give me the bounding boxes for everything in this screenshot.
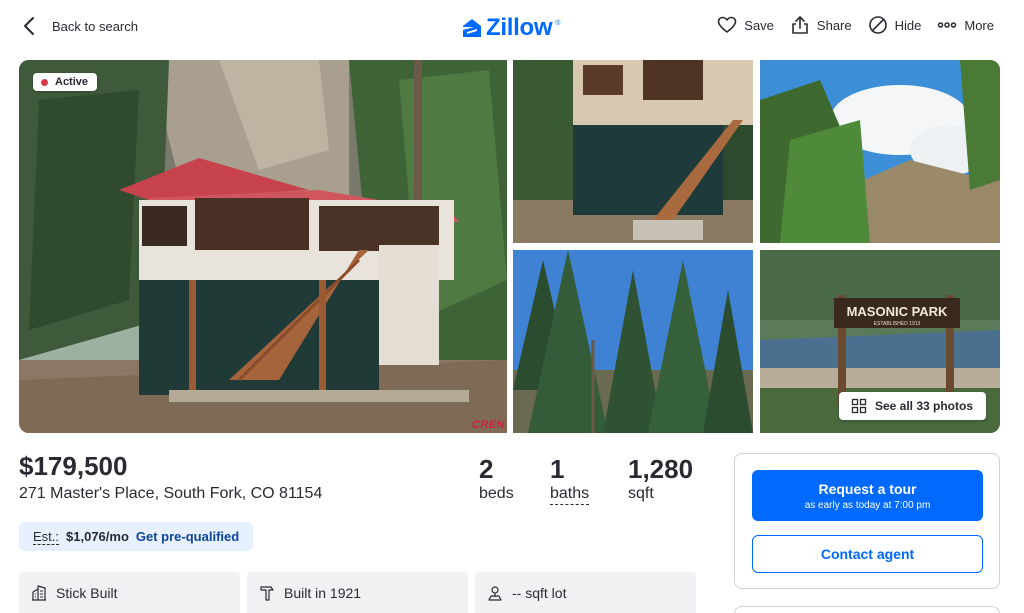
more-label: More xyxy=(964,17,994,33)
request-tour-button[interactable]: Request a tour as early as today at 7:00… xyxy=(752,470,983,521)
see-all-photos-button[interactable]: See all 33 photos xyxy=(838,392,986,420)
fact-label: Built in 1921 xyxy=(284,584,362,601)
zillow-logo[interactable]: Zillow ® xyxy=(461,14,560,42)
share-icon xyxy=(792,16,808,34)
stairs-photo-image xyxy=(513,60,753,243)
share-button[interactable]: Share xyxy=(790,15,852,35)
secondary-card xyxy=(734,606,1000,613)
chevron-left-icon xyxy=(24,17,34,35)
baths-value: 1 xyxy=(550,454,565,484)
listing-address: 271 Master's Place, South Fork, CO 81154 xyxy=(19,485,323,502)
active-dot-icon xyxy=(41,78,48,86)
contact-agent-button[interactable]: Contact agent xyxy=(752,535,983,573)
sign-text: MASONIC PARK xyxy=(847,304,948,319)
back-to-search-button[interactable]: Back to search xyxy=(22,16,138,36)
see-all-label: See all 33 photos xyxy=(874,399,973,413)
share-label: Share xyxy=(816,17,852,33)
beds-value: 2 xyxy=(479,454,494,484)
baths-stat: 1 baths xyxy=(550,454,590,505)
top-bar: Back to search Zillow ® Save Share Hide … xyxy=(0,0,1024,56)
fact-home-type: Stick Built xyxy=(19,572,240,613)
building-icon xyxy=(32,584,46,601)
tour-button-sublabel: as early as today at 7:00 pm xyxy=(804,500,931,511)
status-badge: Active xyxy=(33,73,98,91)
cabin-photo-image xyxy=(19,60,507,433)
hide-label: Hide xyxy=(894,17,922,33)
gallery-photo-5[interactable]: MASONIC PARK ESTABLISHED 1913 See all 33… xyxy=(760,250,1000,433)
zillow-house-icon xyxy=(463,19,481,37)
hide-icon xyxy=(868,16,887,34)
tour-button-label: Request a tour xyxy=(818,481,917,497)
lot-icon xyxy=(488,585,502,601)
estimate-label[interactable]: Est.: xyxy=(33,529,60,545)
main-photo[interactable]: Active CREN xyxy=(19,60,507,433)
logo-registered-mark: ® xyxy=(555,19,561,27)
listing-price: $179,500 xyxy=(19,451,128,481)
sign-subtext: ESTABLISHED 1913 xyxy=(874,321,921,327)
save-button[interactable]: Save xyxy=(717,15,774,35)
cren-watermark: CREN xyxy=(471,419,505,431)
gallery-photo-3[interactable] xyxy=(760,60,1000,243)
sqft-label: sqft xyxy=(628,485,654,502)
more-button[interactable]: More xyxy=(937,15,994,35)
fact-label: -- sqft lot xyxy=(512,584,567,601)
gallery-photo-4[interactable] xyxy=(513,250,753,433)
logo-text: Zillow xyxy=(486,14,553,41)
baths-label[interactable]: baths xyxy=(550,485,590,505)
pine-trees-photo-image xyxy=(513,250,753,433)
beds-stat: 2 beds xyxy=(479,454,514,503)
estimate-pill: Est.: $1,076/mo Get pre-qualified xyxy=(19,522,254,551)
back-label: Back to search xyxy=(52,18,138,34)
status-label: Active xyxy=(55,76,89,88)
hammer-icon xyxy=(260,585,274,601)
sqft-value: 1,280 xyxy=(628,454,694,484)
contact-card: Request a tour as early as today at 7:00… xyxy=(734,453,1000,589)
save-label: Save xyxy=(744,17,774,33)
gallery-photo-2[interactable] xyxy=(513,60,753,243)
fact-lot-size: -- sqft lot xyxy=(475,572,696,613)
mountain-photo-image xyxy=(760,60,1000,243)
beds-label: beds xyxy=(479,485,514,502)
header-actions: Save Share Hide More xyxy=(717,15,994,35)
get-prequalified-link[interactable]: Get pre-qualified xyxy=(136,529,239,544)
estimate-value: $1,076/mo xyxy=(66,529,129,544)
grid-icon xyxy=(851,398,867,414)
heart-icon xyxy=(717,16,737,33)
hide-button[interactable]: Hide xyxy=(868,15,922,35)
fact-year-built: Built in 1921 xyxy=(247,572,468,613)
sqft-stat: 1,280 sqft xyxy=(628,454,693,503)
more-icon xyxy=(938,22,957,28)
photo-gallery: Active CREN MASONIC PARK ESTABLISHED 191… xyxy=(19,60,1000,433)
fact-label: Stick Built xyxy=(56,584,118,601)
